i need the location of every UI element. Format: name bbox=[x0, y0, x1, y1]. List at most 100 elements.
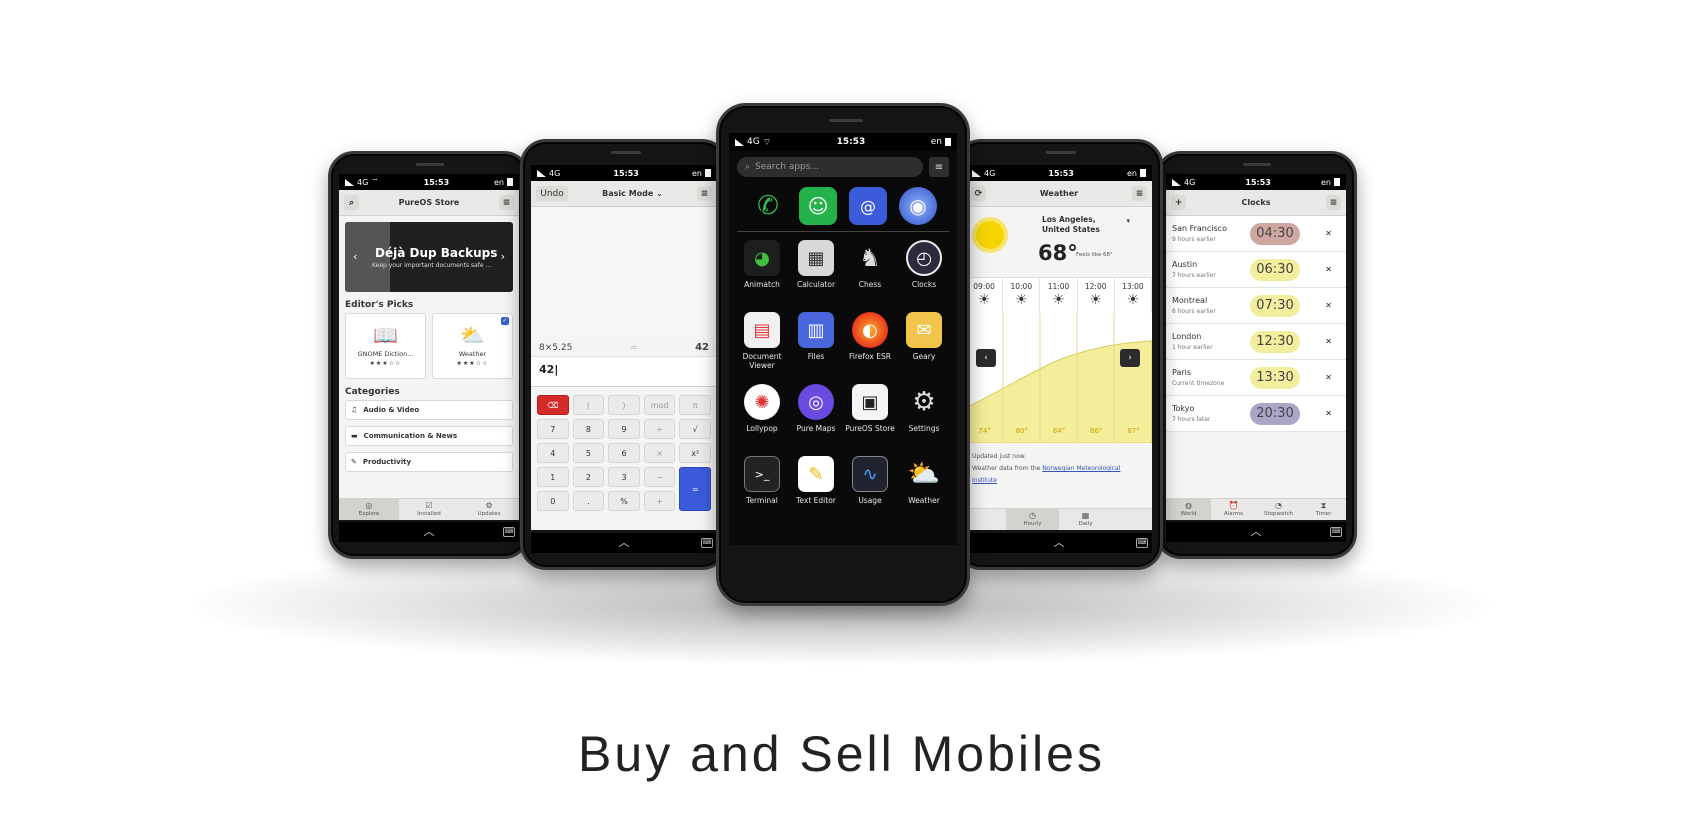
contacts-icon[interactable]: @ bbox=[849, 187, 887, 225]
tab-explore[interactable]: ◎ Explore bbox=[339, 499, 399, 520]
launcher-screen: 4G ⌔ 15:53 en ⌕ Search apps... ≡ ✆ ☺ @ ◉ ◕… bbox=[729, 133, 957, 545]
chevron-right-icon[interactable]: › bbox=[1120, 349, 1140, 367]
app-text-editor[interactable]: ✎ Text Editor bbox=[789, 456, 843, 522]
clock-row[interactable]: San Francisco 9 hours earlier 04:30 ✕ bbox=[1166, 216, 1346, 252]
chevron-up-icon[interactable]: ︿ bbox=[1251, 525, 1262, 538]
key-open-paren[interactable]: ( bbox=[572, 395, 605, 415]
key-divide[interactable]: ÷ bbox=[643, 419, 676, 439]
key-mod[interactable]: mod bbox=[643, 395, 676, 415]
app-terminal[interactable]: >_ Terminal bbox=[735, 456, 789, 522]
chevron-right-icon[interactable]: › bbox=[501, 250, 505, 263]
menu-icon[interactable]: ≡ bbox=[1326, 195, 1341, 210]
chevron-up-icon[interactable]: ︿ bbox=[424, 525, 435, 538]
close-icon[interactable]: ✕ bbox=[1325, 337, 1332, 346]
app-usage[interactable]: ∿ Usage bbox=[843, 456, 897, 522]
key-9[interactable]: 9 bbox=[608, 419, 640, 439]
clock-row[interactable]: Tokyo 7 hours later 20:30 ✕ bbox=[1166, 396, 1346, 432]
calc-input[interactable]: 42| bbox=[531, 357, 717, 387]
app-geary[interactable]: ✉ Geary bbox=[897, 312, 951, 378]
tab-stopwatch[interactable]: ◔ Stopwatch bbox=[1256, 499, 1301, 520]
key-pi[interactable]: π bbox=[679, 395, 711, 415]
clock-row[interactable]: Montreal 6 hours earlier 07:30 ✕ bbox=[1166, 288, 1346, 324]
search-icon[interactable]: ⌕ bbox=[344, 195, 359, 210]
phone-icon[interactable]: ✆ bbox=[749, 187, 787, 225]
app-weather[interactable]: ⛅ Weather bbox=[897, 456, 951, 522]
app-lollypop[interactable]: ✺ Lollypop bbox=[735, 384, 789, 450]
app-pure-maps[interactable]: ◎ Pure Maps bbox=[789, 384, 843, 450]
add-icon[interactable]: + bbox=[1171, 195, 1186, 210]
app-document-viewer[interactable]: ▤ Document Viewer bbox=[735, 312, 789, 378]
menu-icon[interactable]: ≡ bbox=[696, 186, 712, 201]
key-minus[interactable]: − bbox=[643, 467, 676, 487]
app-calculator[interactable]: ▦ Calculator bbox=[789, 240, 843, 306]
app-animatch[interactable]: ◕ Animatch bbox=[735, 240, 789, 306]
key-3[interactable]: 3 bbox=[608, 467, 640, 487]
search-input[interactable]: ⌕ Search apps... bbox=[737, 157, 923, 177]
category-communication[interactable]: ▬ Communication & News bbox=[345, 426, 513, 446]
menu-icon[interactable]: ≡ bbox=[1131, 186, 1147, 201]
app-files[interactable]: ▥ Files bbox=[789, 312, 843, 378]
app-chess[interactable]: ♞ Chess bbox=[843, 240, 897, 306]
key-plus[interactable]: + bbox=[643, 491, 676, 511]
key-sqrt[interactable]: √ bbox=[679, 419, 711, 439]
tab-world[interactable]: ◍ World bbox=[1166, 499, 1211, 520]
browser-icon[interactable]: ◉ bbox=[899, 187, 937, 225]
key-close-paren[interactable]: ) bbox=[608, 395, 640, 415]
clock-row[interactable]: Paris Current timezone 13:30 ✕ bbox=[1166, 360, 1346, 396]
chevron-down-icon[interactable]: ▾ bbox=[1126, 217, 1130, 225]
app-settings[interactable]: ⚙ Settings bbox=[897, 384, 951, 450]
close-icon[interactable]: ✕ bbox=[1325, 265, 1332, 274]
mail-icon: ✉ bbox=[906, 312, 942, 348]
clock-row[interactable]: Austin 7 hours earlier 06:30 ✕ bbox=[1166, 252, 1346, 288]
keyboard-icon[interactable]: ⌨ bbox=[701, 538, 713, 548]
close-icon[interactable]: ✕ bbox=[1325, 229, 1332, 238]
key-8[interactable]: 8 bbox=[572, 419, 605, 439]
pick-card[interactable]: 📖 GNOME Diction... ★★★☆☆ bbox=[345, 313, 426, 379]
close-icon[interactable]: ✕ bbox=[1325, 373, 1332, 382]
chevron-left-icon[interactable]: ‹ bbox=[353, 250, 357, 263]
pick-card[interactable]: ✓ ⛅ Weather ★★★☆☆ bbox=[432, 313, 513, 379]
key-square[interactable]: x² bbox=[679, 443, 711, 463]
key-0[interactable]: 0 bbox=[537, 491, 569, 511]
key-equals[interactable]: = bbox=[679, 467, 711, 511]
close-icon[interactable]: ✕ bbox=[1325, 301, 1332, 310]
clock-row[interactable]: London 1 hour earlier 12:30 ✕ bbox=[1166, 324, 1346, 360]
keyboard-icon[interactable]: ⌨ bbox=[1136, 538, 1148, 548]
tab-daily[interactable]: ▦ Daily bbox=[1059, 509, 1112, 530]
key-4[interactable]: 4 bbox=[537, 443, 569, 463]
key-1[interactable]: 1 bbox=[537, 467, 569, 487]
location-label[interactable]: Los Angeles, United States bbox=[1042, 215, 1122, 235]
chevron-left-icon[interactable]: ‹ bbox=[976, 349, 996, 367]
mode-selector[interactable]: Basic Mode ⌄ bbox=[602, 189, 663, 198]
keyboard-icon[interactable]: ⌨ bbox=[1330, 527, 1342, 537]
key-2[interactable]: 2 bbox=[572, 467, 605, 487]
app-clocks[interactable]: ◴ Clocks bbox=[897, 240, 951, 306]
category-audio-video[interactable]: ♫ Audio & Video bbox=[345, 400, 513, 420]
tab-timer[interactable]: ⧗ Timer bbox=[1301, 499, 1346, 520]
tab-alarms[interactable]: ⏰ Alarms bbox=[1211, 499, 1256, 520]
undo-button[interactable]: Undo bbox=[536, 186, 568, 201]
refresh-icon[interactable]: ⟳ bbox=[971, 186, 986, 201]
tab-updates[interactable]: ⚙ Updates bbox=[459, 499, 519, 520]
backspace-button[interactable]: ⌫ bbox=[537, 395, 569, 415]
category-productivity[interactable]: ✎ Productivity bbox=[345, 452, 513, 472]
app-pureos-store[interactable]: ▣ PureOS Store bbox=[843, 384, 897, 450]
app-firefox[interactable]: ◐ Firefox ESR bbox=[843, 312, 897, 378]
close-icon[interactable]: ✕ bbox=[1325, 409, 1332, 418]
history-row[interactable]: 8×5.25 = 42 bbox=[531, 339, 717, 357]
key-7[interactable]: 7 bbox=[537, 419, 569, 439]
featured-banner[interactable]: ‹ Déjà Dup Backups Keep your important d… bbox=[345, 222, 513, 292]
tab-hourly[interactable]: ◷ Hourly bbox=[1006, 509, 1059, 530]
menu-icon[interactable]: ≡ bbox=[498, 195, 514, 210]
chat-icon[interactable]: ☺ bbox=[799, 187, 837, 225]
tab-installed[interactable]: ☑ Installed bbox=[399, 499, 459, 520]
keyboard-icon[interactable]: ⌨ bbox=[503, 527, 515, 537]
key-percent[interactable]: % bbox=[608, 491, 640, 511]
chevron-up-icon[interactable]: ︿ bbox=[1054, 536, 1065, 549]
key-decimal[interactable]: . bbox=[572, 491, 605, 511]
key-6[interactable]: 6 bbox=[608, 443, 640, 463]
menu-icon[interactable]: ≡ bbox=[929, 157, 949, 177]
key-5[interactable]: 5 bbox=[572, 443, 605, 463]
key-multiply[interactable]: × bbox=[643, 443, 676, 463]
chevron-up-icon[interactable]: ︿ bbox=[619, 536, 630, 549]
